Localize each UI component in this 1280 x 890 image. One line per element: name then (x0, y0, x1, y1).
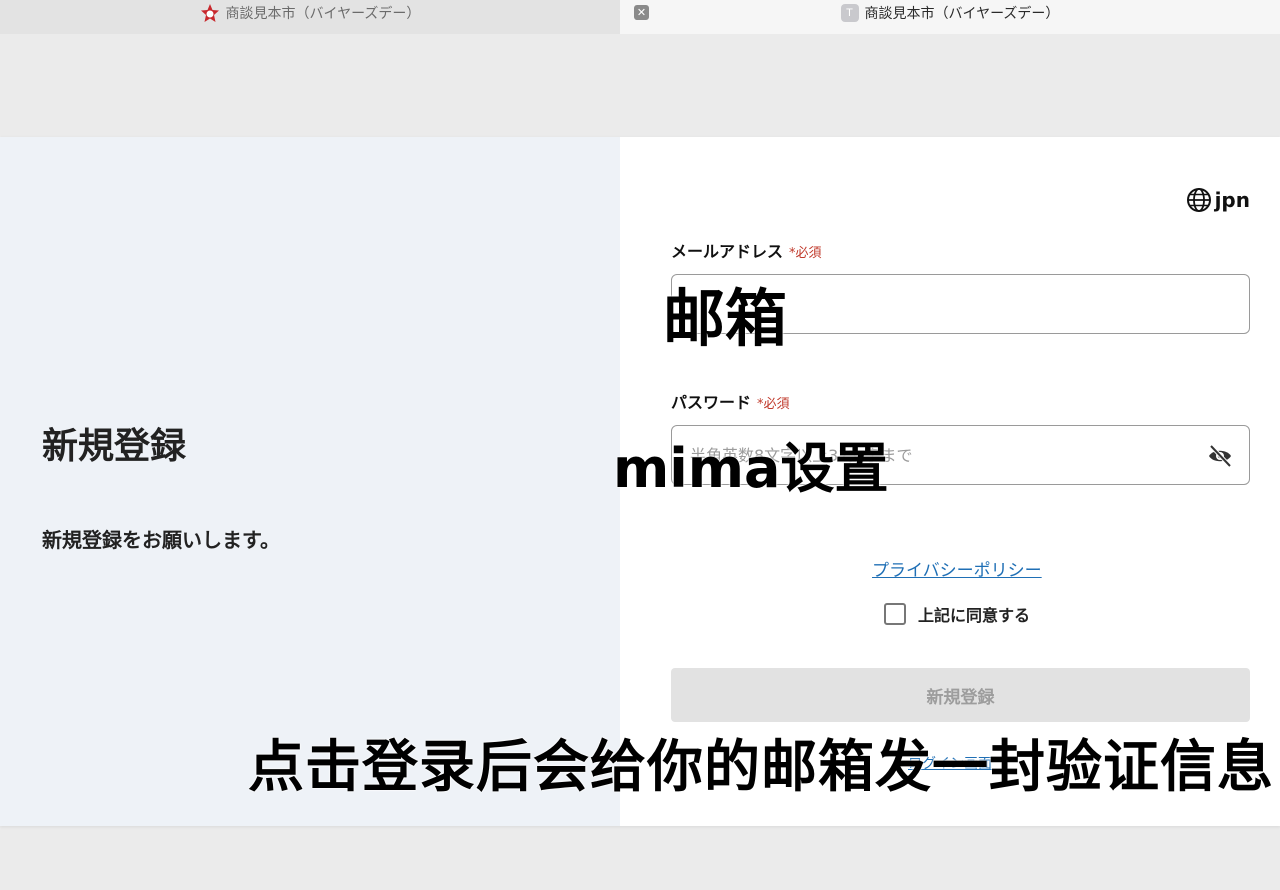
password-label-text: パスワード (671, 393, 752, 412)
close-tab-icon[interactable]: ✕ (634, 5, 649, 20)
bottom-caption-overlay: 点击登录后会给你的邮箱发一封验证信息 (248, 735, 1274, 800)
email-label: メールアドレス *必須 (671, 238, 822, 262)
browser-tab-inactive[interactable]: 商談見本市（バイヤーズデー） (0, 0, 620, 34)
register-button[interactable]: 新規登録 (671, 668, 1250, 722)
privacy-policy-link[interactable]: プライバシーポリシー (872, 556, 1042, 581)
browser-tab-active[interactable]: ✕ T 商談見本市（バイヤーズデー） (620, 0, 1280, 34)
language-label: jpn (1214, 188, 1250, 212)
language-selector[interactable]: jpn (1186, 187, 1250, 213)
tab-title: 商談見本市（バイヤーズデー） (225, 6, 421, 22)
email-label-text: メールアドレス (671, 242, 784, 261)
eye-off-icon[interactable] (1207, 443, 1233, 469)
agree-label: 上記に同意する (918, 606, 1031, 625)
tab-title-wrap: 商談見本市（バイヤーズデー） (200, 3, 421, 23)
globe-icon (1186, 188, 1211, 212)
password-required-mark: *必須 (757, 397, 790, 412)
password-label: パスワード *必須 (671, 389, 790, 413)
agree-row: 上記に同意する (884, 602, 1030, 626)
tab-title: 商談見本市（バイヤーズデー） (864, 6, 1060, 22)
page-title: 新規登録 (42, 426, 187, 467)
browser-tab-bar: 商談見本市（バイヤーズデー） ✕ T 商談見本市（バイヤーズデー） (0, 0, 1280, 34)
fair-logo-icon (200, 3, 220, 23)
tab-favicon: T (840, 4, 859, 22)
page-subtitle: 新規登録をお願いします。 (42, 528, 280, 552)
tab-title-wrap: T 商談見本市（バイヤーズデー） (840, 3, 1060, 23)
agree-checkbox[interactable] (884, 603, 906, 625)
password-caption-overlay: mima设置 (613, 437, 889, 500)
email-caption-overlay: 邮箱 (663, 282, 788, 355)
email-required-mark: *必須 (789, 246, 822, 261)
